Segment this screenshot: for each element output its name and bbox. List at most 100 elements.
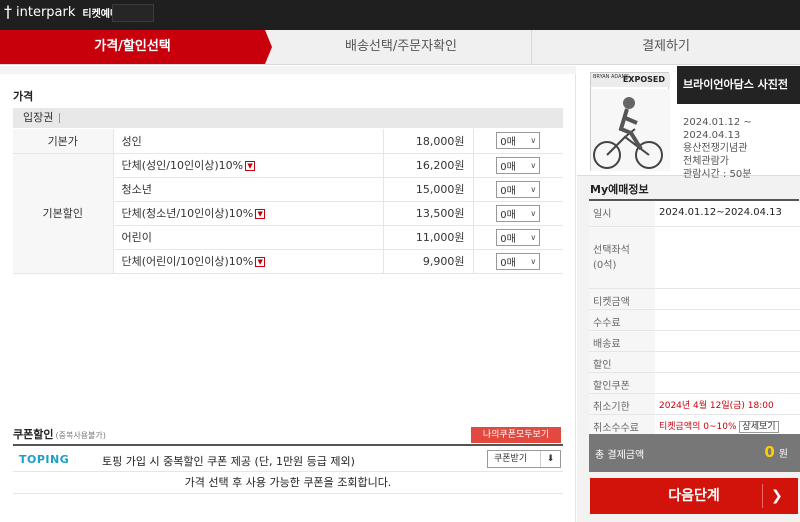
active-step-arrow — [265, 30, 272, 64]
quantity-value: 0매 — [500, 233, 516, 245]
info-dropdown-icon[interactable]: ▼ — [255, 209, 266, 219]
chevron-down-icon: ∨ — [530, 208, 537, 218]
total-payment: 총 결제금액 0원 — [589, 434, 800, 472]
booking-label: 배송료 — [589, 330, 655, 352]
price-name: 어린이 — [113, 225, 383, 250]
header-search-field[interactable] — [112, 4, 154, 22]
quantity-value: 0매 — [500, 161, 516, 173]
coupon-title-text: 쿠폰할인 — [13, 428, 54, 441]
quantity-select[interactable]: 0매 ∨ — [496, 132, 541, 150]
price-name: 단체(청소년/10인이상)10% — [121, 207, 254, 220]
booking-value — [655, 226, 800, 289]
table-row: 선택좌석 (0석) — [589, 226, 800, 289]
show-title: 브라이언아담스 사진전 — [677, 66, 800, 104]
booking-value: 2024.01.12~2024.04.13 — [655, 201, 800, 227]
get-coupon-label: 쿠폰받기 — [494, 454, 528, 464]
my-coupons-button[interactable]: 나의쿠폰모두보기 — [471, 427, 561, 443]
booking-value — [655, 372, 800, 394]
chevron-down-icon: ∨ — [530, 136, 537, 146]
show-date-end: 2024.04.13 — [683, 130, 741, 141]
quantity-value: 0매 — [500, 257, 516, 269]
table-row: 일시 2024.01.12~2024.04.13 — [589, 201, 800, 227]
total-label: 총 결제금액 — [595, 450, 645, 461]
price-table: 기본가 성인 18,000원 0매 ∨ 기본할인 단체(성인/10인이상)10% ▼… — [13, 129, 563, 274]
step-price-discount[interactable]: 가격/할인선택 — [0, 30, 265, 64]
booking-label: 할인쿠폰 — [589, 372, 655, 394]
toping-row: TOPING 토핑 가입 시 중복할인 쿠폰 제공 (단, 1만원 등급 제외)… — [13, 446, 563, 472]
table-row: 티켓금액 — [589, 288, 800, 310]
booking-value — [655, 330, 800, 352]
table-row: 배송료 — [589, 330, 800, 352]
quantity-select[interactable]: 0매 ∨ — [496, 156, 541, 174]
show-date-start: 2024.01.12 ~ — [683, 117, 752, 128]
price-name: 단체(어린이/10인이상)10% — [121, 255, 254, 268]
price-section-title: 가격 — [13, 90, 34, 103]
info-dropdown-icon[interactable]: ▼ — [245, 161, 256, 171]
divider — [762, 484, 763, 508]
poster-title: EXPOSED — [622, 75, 665, 84]
price-category: 기본할인 — [13, 153, 114, 274]
total-amount: 0원 — [764, 443, 788, 461]
price-amount: 15,000원 — [382, 177, 473, 202]
step-navigation: 가격/할인선택 배송선택/주문자확인 결제하기 — [0, 30, 800, 65]
coupon-section-title: 쿠폰할인 (중복사용불가) — [13, 426, 106, 442]
step-payment[interactable]: 결제하기 — [531, 30, 800, 64]
chevron-down-icon: ∨ — [530, 256, 537, 266]
price-amount: 11,000원 — [382, 225, 473, 250]
get-coupon-button[interactable]: 쿠폰받기 ⬇ — [487, 450, 561, 468]
price-amount: 16,200원 — [382, 153, 473, 178]
booking-label: 취소수수료 — [589, 414, 655, 436]
quantity-select[interactable]: 0매 ∨ — [496, 228, 541, 246]
my-booking-table: 일시 2024.01.12~2024.04.13 선택좌석 (0석) 티켓금액 … — [589, 201, 800, 436]
next-step-button[interactable]: 다음단계 ❯ — [590, 478, 798, 514]
coupon-note: (중복사용불가) — [55, 431, 106, 440]
info-dropdown-icon[interactable]: ▼ — [255, 257, 266, 267]
show-details: 2024.01.12 ~ 2024.04.13 용산전쟁기념관 전체관람가 관람… — [683, 116, 752, 181]
price-amount: 9,900원 — [382, 249, 473, 274]
price-name: 청소년 — [113, 177, 383, 202]
booking-value — [655, 309, 800, 331]
booking-label: 취소기한 — [589, 393, 655, 415]
top-bar: † interpark 티켓예매 — [0, 0, 800, 30]
quantity-value: 0매 — [500, 137, 516, 149]
table-row: 취소수수료 티켓금액의 0~10% 상세보기 — [589, 414, 800, 436]
chevron-right-icon: ❯ — [771, 488, 783, 504]
cancel-fee-value: 티켓금액의 0~10% — [659, 421, 737, 432]
step-delivery-orderer[interactable]: 배송선택/주문자확인 — [272, 30, 530, 64]
toping-text: 토핑 가입 시 중복할인 쿠폰 제공 (단, 1만원 등급 제외) — [102, 455, 355, 468]
total-unit: 원 — [778, 449, 788, 460]
show-venue: 용산전쟁기념관 — [683, 143, 748, 154]
brand-name: interpark — [16, 4, 76, 20]
quantity-select[interactable]: 0매 ∨ — [496, 252, 541, 270]
panel-top-gap — [0, 66, 576, 74]
booking-label: 수수료 — [589, 309, 655, 331]
show-rating: 전체관람가 — [683, 156, 729, 167]
booking-label: 일시 — [589, 201, 655, 227]
table-row: 취소기한 2024년 4월 12일(금) 18:00 — [589, 393, 800, 415]
chevron-down-icon: ∨ — [530, 232, 537, 242]
booking-label: 선택좌석 (0석) — [589, 226, 655, 289]
quantity-select[interactable]: 0매 ∨ — [496, 180, 541, 198]
coupon-message: 가격 선택 후 사용 가능한 쿠폰을 조회합니다. — [13, 472, 563, 494]
total-value: 0 — [764, 443, 775, 461]
toping-logo: TOPING — [19, 453, 70, 466]
chevron-down-icon: ∨ — [530, 184, 537, 194]
details-button[interactable]: 상세보기 — [739, 420, 779, 433]
download-icon: ⬇ — [540, 451, 560, 467]
price-amount: 18,000원 — [382, 129, 473, 154]
table-row: 할인쿠폰 — [589, 372, 800, 394]
cancel-deadline: 2024년 4월 12일(금) 18:00 — [655, 393, 800, 415]
price-category: 기본가 — [13, 129, 114, 154]
show-poster: BRYAN ADAMS EXPOSED — [590, 72, 670, 171]
my-booking-title: My예매정보 — [590, 183, 649, 196]
table-row: 기본할인 단체(성인/10인이상)10% ▼ 16,200원 0매 ∨ — [13, 153, 563, 274]
quantity-value: 0매 — [500, 209, 516, 221]
table-row: 할인 — [589, 351, 800, 373]
quantity-select[interactable]: 0매 ∨ — [496, 204, 541, 222]
booking-label: 티켓금액 — [589, 288, 655, 310]
ticket-type-header: 입장권 — [13, 108, 563, 128]
quantity-value: 0매 — [500, 185, 516, 197]
divider — [59, 113, 61, 123]
poster-photo — [591, 89, 670, 171]
interpark-logo[interactable]: † interpark 티켓예매 — [4, 4, 119, 20]
